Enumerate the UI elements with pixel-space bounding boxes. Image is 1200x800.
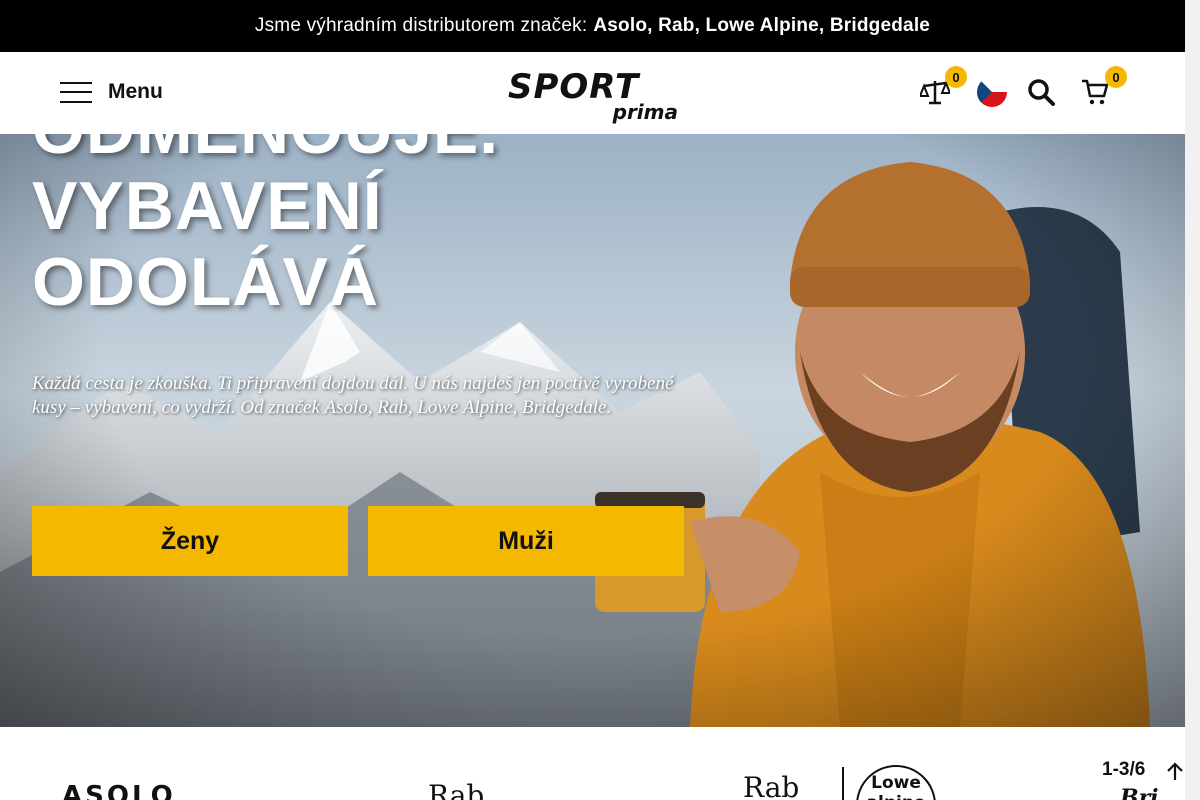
hero-subtext: Každá cesta je zkouška. Ti připravení do… — [32, 373, 674, 418]
logo-prima-text: prima — [612, 100, 678, 124]
announcement-brands: Asolo, Rab, Lowe Alpine, Bridgedale — [593, 15, 931, 36]
headline-line-2: VYBAVENÍ — [32, 168, 383, 244]
compare-button[interactable]: 0 — [915, 66, 967, 112]
compare-count-badge: 0 — [945, 66, 967, 88]
brand-logo-asolo[interactable]: ASOLO — [62, 781, 176, 800]
brand-logo-lowe-alpine[interactable]: Lowe alpine — [856, 765, 936, 800]
menu-label: Menu — [108, 80, 163, 103]
headline-line-3: ODOLÁVÁ — [32, 244, 379, 320]
carousel-pager: 1-3/6 — [1102, 759, 1146, 780]
cart-icon — [1082, 79, 1109, 105]
men-button[interactable]: Muži — [368, 506, 684, 576]
menu-button[interactable]: Menu — [60, 80, 163, 104]
announcement-bar: Jsme výhradním distributorem značek: Aso… — [0, 0, 1185, 52]
search-icon — [1028, 79, 1055, 106]
brand-divider — [842, 767, 844, 800]
logo-sport-text: SPORT — [508, 67, 640, 107]
hamburger-icon — [60, 80, 92, 104]
cart-count-badge: 0 — [1105, 66, 1127, 88]
brand-logo-rab-lowe[interactable]: Rab — [743, 771, 799, 800]
page-scrollbar[interactable] — [1185, 0, 1200, 800]
hero-banner: ODMĚNOUJE. VYBAVENÍ ODOLÁVÁ Každá cesta … — [0, 52, 1185, 727]
brand-logo-rab[interactable]: Rab — [428, 779, 484, 800]
site-header: Menu SPORT prima 0 0 — [0, 52, 1185, 134]
announcement-text: Jsme výhradním distributorem značek: — [254, 15, 588, 36]
search-button[interactable] — [1021, 72, 1061, 112]
cart-button[interactable]: 0 — [1075, 66, 1127, 112]
brand-carousel: ASOLO Rab Rab Lowe alpine Bri 1-3/6 — [0, 727, 1185, 800]
women-button[interactable]: Ženy — [32, 506, 348, 576]
arrow-up-icon[interactable] — [1166, 761, 1184, 781]
czech-flag-icon[interactable] — [977, 77, 1007, 107]
sport-prima-logo[interactable]: SPORT prima — [508, 70, 678, 124]
brand-logo-bridgedale[interactable]: Bri — [1120, 785, 1159, 800]
